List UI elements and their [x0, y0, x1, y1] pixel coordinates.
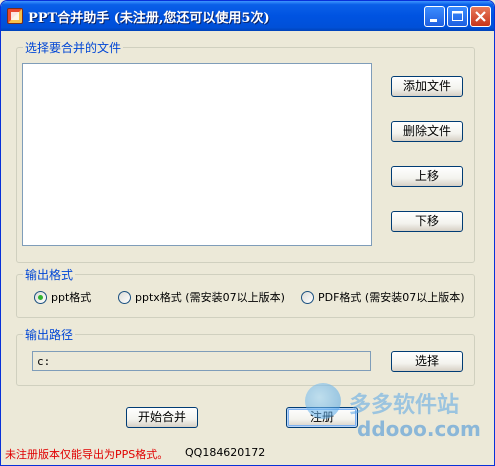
- delete-file-button[interactable]: 删除文件: [391, 121, 463, 142]
- site-watermark: 多多软件站 ddooo.com: [297, 381, 494, 455]
- move-up-button[interactable]: 上移: [391, 166, 463, 187]
- radio-icon: [301, 291, 314, 304]
- start-merge-button[interactable]: 开始合并: [126, 407, 198, 428]
- format-option-label: pptx格式 (需安装07以上版本): [135, 291, 285, 304]
- close-icon: [475, 11, 486, 22]
- app-window: PPT合并助手 (未注册,您还可以使用5次) 选择要合并的文件 添加文件 删除文…: [0, 0, 495, 466]
- unregistered-warning: 未注册版本仅能导出为PPS格式。: [5, 448, 169, 461]
- app-icon: [7, 8, 23, 24]
- files-group-label: 选择要合并的文件: [23, 39, 124, 56]
- watermark-cn-text: 多多软件站: [349, 393, 460, 418]
- watermark-en-text: ddooo.com: [357, 417, 481, 441]
- format-group-label: 输出格式: [23, 266, 76, 283]
- radio-icon: [118, 291, 131, 304]
- format-option-label: ppt格式: [51, 291, 92, 304]
- move-down-button[interactable]: 下移: [391, 211, 463, 232]
- title-bar[interactable]: PPT合并助手 (未注册,您还可以使用5次): [1, 1, 494, 31]
- watermark-logo-icon: [305, 383, 341, 419]
- path-group-label: 输出路径: [23, 326, 76, 343]
- choose-path-button[interactable]: 选择: [391, 351, 463, 372]
- radio-selected-icon: [34, 291, 47, 304]
- file-list[interactable]: [22, 63, 372, 246]
- maximize-icon: [452, 11, 463, 21]
- minimize-button[interactable]: [424, 6, 445, 27]
- window-title: PPT合并助手 (未注册,您还可以使用5次): [28, 11, 270, 26]
- output-path-field[interactable]: [32, 351, 371, 371]
- maximize-button[interactable]: [447, 6, 468, 27]
- add-file-button[interactable]: 添加文件: [391, 76, 463, 97]
- minimize-icon: [430, 19, 437, 22]
- format-option-label: PDF格式 (需安装07以上版本): [318, 291, 465, 304]
- contact-qq: QQ184620172: [185, 446, 266, 459]
- close-button[interactable]: [470, 6, 491, 27]
